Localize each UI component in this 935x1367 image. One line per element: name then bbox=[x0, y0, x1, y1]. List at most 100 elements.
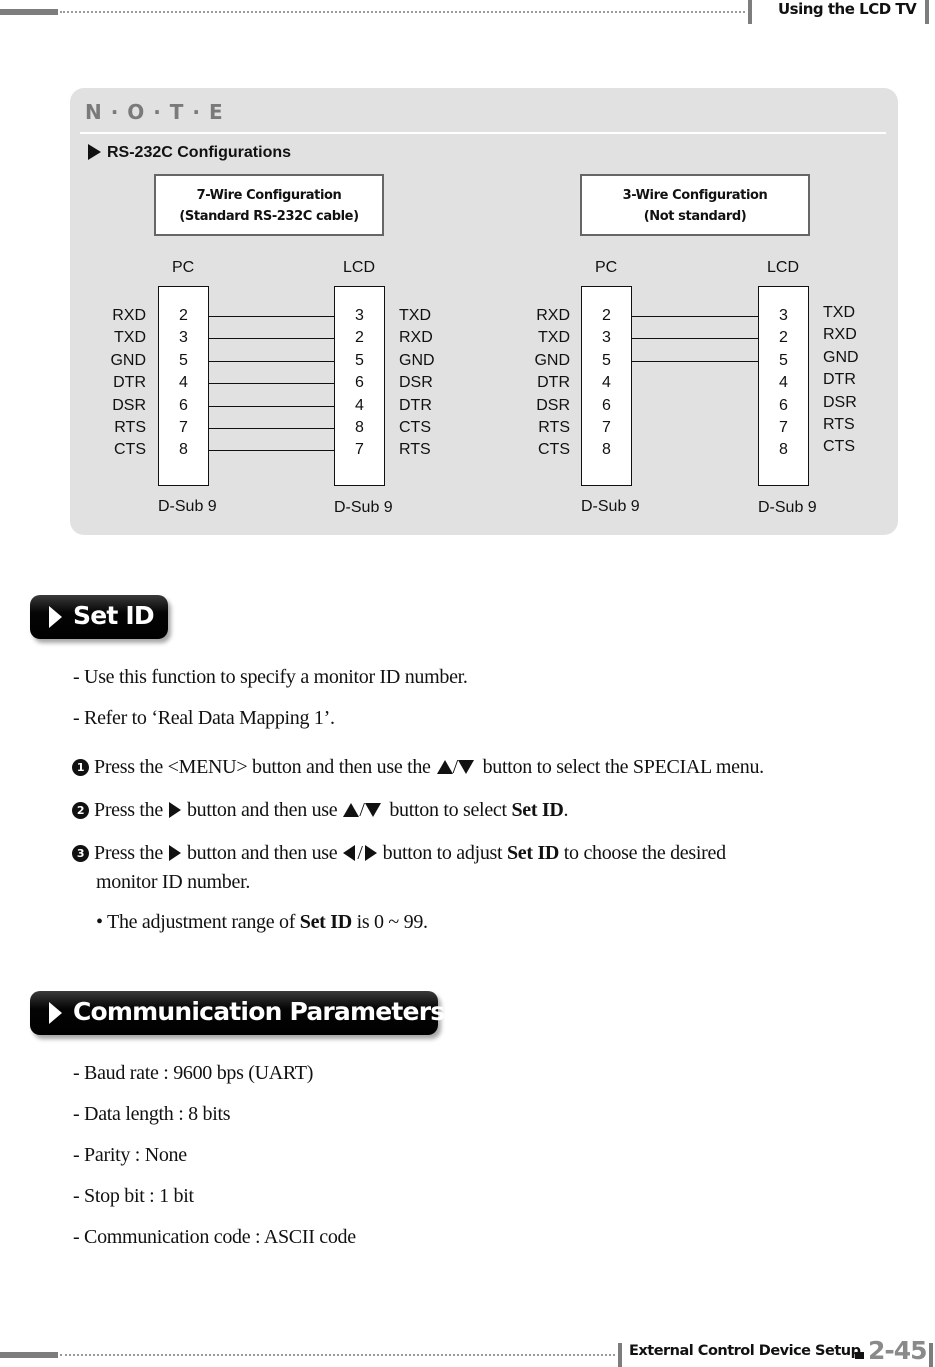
note-text: • The adjustment range of bbox=[96, 911, 296, 933]
lcd-signal-label: TXD bbox=[823, 304, 855, 321]
triangle-right-icon bbox=[49, 1002, 62, 1024]
lcd-pin-number: 7 bbox=[355, 441, 364, 459]
config-subtitle: (Not standard) bbox=[643, 209, 747, 224]
pc-pin-number: 6 bbox=[602, 396, 611, 414]
adjustment-range-note: • The adjustment range of Set ID is 0 ~ … bbox=[96, 911, 428, 934]
down-arrow-icon bbox=[457, 760, 474, 774]
step-emphasis: Set ID bbox=[506, 842, 560, 864]
step-text: to choose the desired bbox=[563, 842, 726, 864]
pc-signal-label: GND bbox=[110, 351, 146, 369]
left-arrow-icon bbox=[343, 845, 356, 861]
wire-line bbox=[632, 316, 758, 317]
step-emphasis: Set ID bbox=[511, 799, 564, 821]
lcd-signal-label: RXD bbox=[823, 326, 857, 344]
pc-signal-label: TXD bbox=[538, 329, 570, 347]
wire-line bbox=[209, 316, 334, 317]
header-divider bbox=[748, 0, 752, 24]
page-number: 2-45 bbox=[868, 1336, 928, 1365]
step-text: button to select bbox=[389, 799, 507, 821]
pc-pin-number: 4 bbox=[602, 374, 611, 392]
lcd-pin-number: 2 bbox=[355, 329, 364, 347]
pc-signal-label: TXD bbox=[114, 329, 146, 347]
intro-line: - Refer to ‘Real Data Mapping 1’. bbox=[73, 707, 335, 729]
param-item: - Data length : 8 bits bbox=[73, 1103, 231, 1125]
pc-signal-label: RXD bbox=[112, 307, 146, 324]
note-subtitle-text: RS-232C Configurations bbox=[107, 144, 292, 161]
wire-line bbox=[209, 405, 334, 407]
right-arrow-icon bbox=[364, 845, 377, 861]
lcd-pin-number: 3 bbox=[355, 307, 364, 324]
lcd-signal-label: DSR bbox=[399, 374, 433, 392]
lcd-pin-number: 7 bbox=[779, 419, 788, 436]
config-title-box-3wire: 3-Wire Configuration (Not standard) bbox=[580, 174, 810, 236]
pc-connector-label: D-Sub 9 bbox=[158, 498, 217, 515]
pc-signal-label: DTR bbox=[113, 374, 146, 392]
pc-signal-label: CTS bbox=[538, 441, 570, 459]
footer-section-title: External Control Device Setup bbox=[629, 1343, 861, 1359]
lcd-signal-label: GND bbox=[823, 348, 859, 366]
lcd-signal-label: RTS bbox=[823, 416, 855, 433]
lcd-pin-number: 8 bbox=[355, 419, 364, 436]
pc-pin-number: 7 bbox=[179, 419, 188, 436]
section-title: Set ID bbox=[73, 601, 155, 630]
pc-pin-number: 8 bbox=[602, 441, 611, 459]
pc-pin-number: 8 bbox=[179, 441, 188, 459]
config-title: 3-Wire Configuration bbox=[622, 188, 768, 203]
step-text: Press the bbox=[94, 842, 163, 864]
wire-line bbox=[632, 338, 758, 340]
step-3-continued: monitor ID number. bbox=[96, 871, 251, 893]
pc-pin-number: 5 bbox=[179, 351, 188, 369]
lcd-pin-number: 5 bbox=[355, 351, 364, 369]
intro-line: - Use this function to specify a monitor… bbox=[73, 666, 468, 688]
footer-rule-bar bbox=[0, 1352, 58, 1358]
wire-line bbox=[209, 450, 334, 452]
pc-label: PC bbox=[595, 259, 618, 276]
section-header-set-id: Set ID bbox=[30, 595, 168, 639]
lcd-signal-label: DTR bbox=[399, 396, 432, 414]
up-arrow-icon bbox=[436, 760, 453, 774]
footer-divider bbox=[618, 1343, 622, 1367]
lcd-signal-label: GND bbox=[399, 351, 435, 369]
pc-signal-label: DTR bbox=[537, 374, 570, 392]
note-title: N · O · T · E bbox=[85, 100, 224, 124]
note-subtitle: RS-232C Configurations bbox=[88, 144, 291, 162]
step-text: . bbox=[563, 799, 569, 821]
header-divider bbox=[925, 0, 929, 24]
wire-line bbox=[209, 383, 334, 385]
note-emphasis: Set ID bbox=[299, 911, 352, 933]
step-1: 1 Press the <MENU> button and then use th… bbox=[72, 756, 764, 779]
pc-pin-number: 4 bbox=[179, 374, 188, 392]
pc-pin-number: 2 bbox=[179, 307, 188, 324]
step-3: 3 Press the button and then use / button to … bbox=[72, 842, 726, 865]
pc-pin-number: 7 bbox=[602, 419, 611, 436]
note-divider bbox=[80, 132, 886, 134]
step-text: Press the bbox=[94, 799, 163, 821]
note-text: is 0 ~ 99. bbox=[356, 911, 428, 933]
config-title-box-7wire: 7-Wire Configuration (Standard RS-232C c… bbox=[154, 174, 384, 236]
pc-label: PC bbox=[172, 259, 195, 276]
footer-divider bbox=[929, 1343, 933, 1367]
header-rule-bar bbox=[0, 9, 58, 15]
lcd-connector-label: D-Sub 9 bbox=[758, 499, 817, 516]
right-arrow-icon bbox=[168, 845, 181, 861]
pc-pin-number: 3 bbox=[179, 329, 188, 347]
lcd-label: LCD bbox=[343, 259, 376, 276]
pc-signal-label: RTS bbox=[114, 419, 146, 436]
lcd-pin-number: 3 bbox=[779, 307, 788, 324]
triangle-right-icon bbox=[88, 144, 101, 160]
step-text: button to select the SPECIAL menu. bbox=[482, 756, 765, 778]
lcd-pin-number: 6 bbox=[779, 396, 788, 414]
pc-pin-number: 5 bbox=[602, 351, 611, 369]
step-number-badge: 2 bbox=[72, 802, 89, 819]
wire-line bbox=[209, 428, 334, 429]
lcd-pin-number: 4 bbox=[779, 374, 788, 392]
pc-signal-label: CTS bbox=[114, 441, 146, 459]
lcd-pin-number: 8 bbox=[779, 441, 788, 459]
pc-signal-label: DSR bbox=[112, 396, 146, 414]
lcd-signal-label: DSR bbox=[823, 393, 857, 411]
lcd-label: LCD bbox=[767, 259, 800, 276]
wire-line bbox=[209, 360, 334, 362]
lcd-signal-label: CTS bbox=[399, 419, 431, 436]
step-text: Press the <MENU> button and then use the bbox=[94, 756, 431, 778]
pc-pin-number: 6 bbox=[179, 396, 188, 414]
